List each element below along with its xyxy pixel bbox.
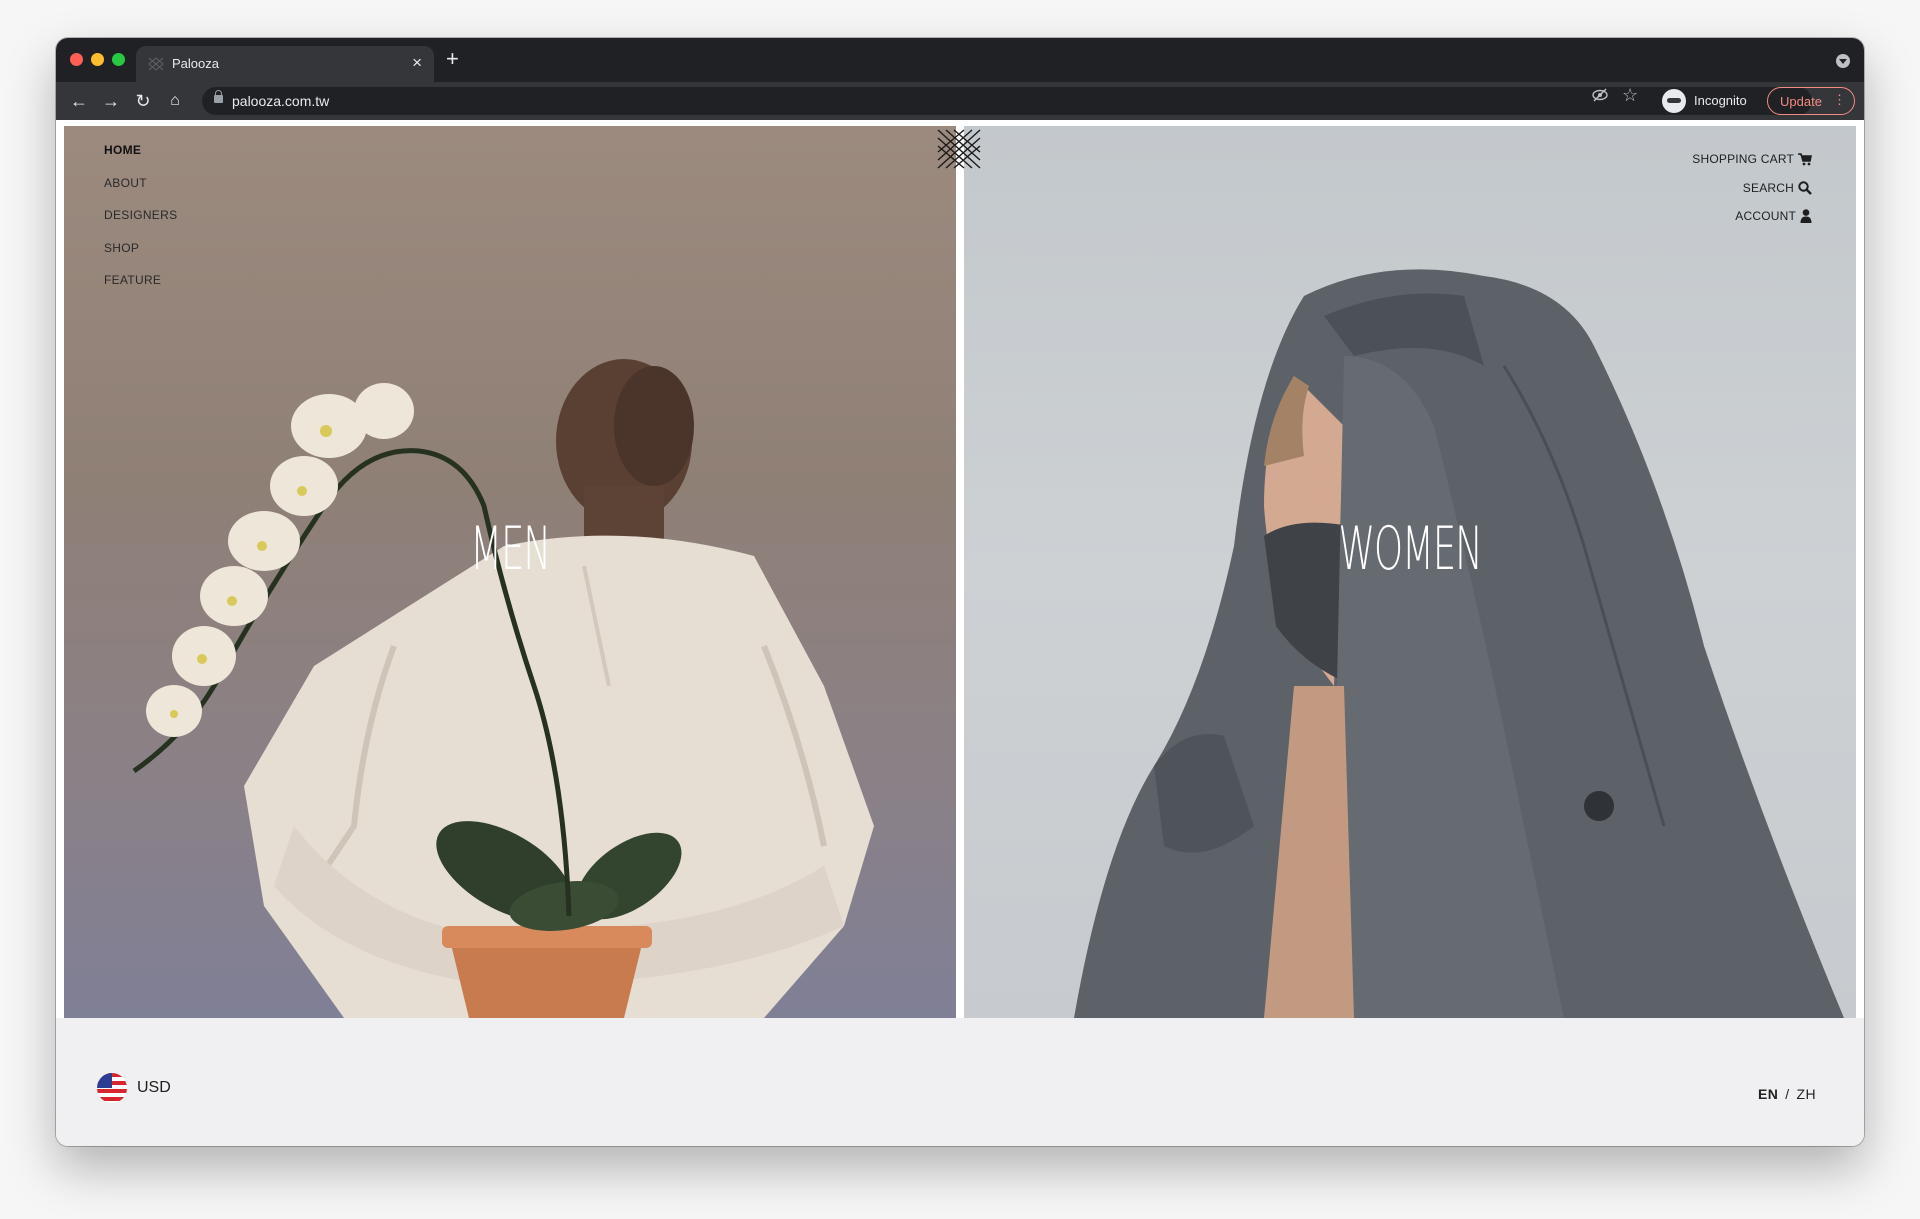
palooza-logo[interactable]	[936, 128, 982, 170]
update-button[interactable]: Update ⋮	[1767, 87, 1855, 115]
back-arrow-icon[interactable]: ←	[66, 88, 92, 114]
language-switcher: EN / ZH	[1758, 1086, 1816, 1102]
user-icon	[1800, 209, 1812, 224]
close-window-button[interactable]	[70, 53, 83, 66]
new-tab-button[interactable]: +	[446, 47, 459, 71]
nav-feature[interactable]: FEATURE	[104, 273, 177, 306]
incognito-label[interactable]: Incognito	[1694, 93, 1747, 108]
nav-home[interactable]: HOME	[104, 143, 177, 176]
reload-icon[interactable]: ↻	[130, 88, 156, 114]
search-label: SEARCH	[1742, 180, 1794, 195]
maximize-window-button[interactable]	[112, 53, 125, 66]
eye-off-icon[interactable]	[1592, 88, 1608, 105]
nav-about[interactable]: ABOUT	[104, 176, 177, 209]
men-panel[interactable]: HOME ABOUT DESIGNERS SHOP FEATURE MEN	[64, 126, 956, 1018]
incognito-icon[interactable]	[1662, 89, 1686, 113]
account-link[interactable]: ACCOUNT	[1692, 202, 1812, 231]
lang-en[interactable]: EN	[1758, 1086, 1778, 1102]
update-label: Update	[1780, 94, 1822, 109]
home-icon[interactable]: ⌂	[162, 88, 188, 114]
tab-title: Palooza	[172, 56, 219, 71]
shopping-cart-link[interactable]: SHOPPING CART	[1692, 145, 1812, 174]
cart-icon	[1798, 152, 1812, 166]
bookmark-star-icon[interactable]: ☆	[1622, 85, 1638, 106]
url-text[interactable]: palooza.com.tw	[232, 93, 329, 109]
more-vert-icon: ⋮	[1833, 92, 1846, 107]
favicon-icon	[148, 57, 164, 71]
women-title[interactable]: WOMEN	[1133, 514, 1686, 584]
women-panel[interactable]: SHOPPING CART SEARCH ACCOUNT WOMEN	[964, 126, 1856, 1018]
us-flag-icon[interactable]	[97, 1073, 127, 1103]
lock-icon[interactable]	[214, 90, 223, 103]
nav-designers[interactable]: DESIGNERS	[104, 208, 177, 241]
browser-toolbar: ← → ↻ ⌂ palooza.com.tw ☆ Incognito Updat…	[56, 82, 1864, 120]
forward-arrow-icon[interactable]: →	[98, 88, 124, 114]
search-link[interactable]: SEARCH	[1692, 174, 1812, 203]
web-page: HOME ABOUT DESIGNERS SHOP FEATURE MEN SH…	[56, 120, 1864, 1146]
search-icon	[1798, 181, 1812, 195]
utility-links: SHOPPING CART SEARCH ACCOUNT	[1692, 145, 1812, 231]
men-title[interactable]: MEN	[233, 514, 786, 584]
tab-search-icon[interactable]	[1836, 54, 1850, 68]
tab-close-icon[interactable]: ×	[412, 53, 422, 73]
browser-window: Palooza × + ← → ↻ ⌂ palooza.com.tw ☆ Inc…	[56, 38, 1864, 1146]
lang-zh[interactable]: ZH	[1797, 1086, 1816, 1102]
tab-strip: Palooza × +	[56, 38, 1864, 82]
shopping-cart-label: SHOPPING CART	[1692, 152, 1794, 167]
minimize-window-button[interactable]	[91, 53, 104, 66]
currency-selector[interactable]: USD	[137, 1079, 171, 1097]
browser-tab[interactable]: Palooza ×	[136, 46, 434, 82]
main-nav: HOME ABOUT DESIGNERS SHOP FEATURE	[104, 143, 177, 306]
lang-separator: /	[1785, 1086, 1790, 1102]
nav-shop[interactable]: SHOP	[104, 241, 177, 274]
site-footer: USD EN / ZH	[56, 1018, 1864, 1146]
address-bar[interactable]: palooza.com.tw	[202, 87, 1812, 115]
account-label: ACCOUNT	[1735, 209, 1796, 224]
